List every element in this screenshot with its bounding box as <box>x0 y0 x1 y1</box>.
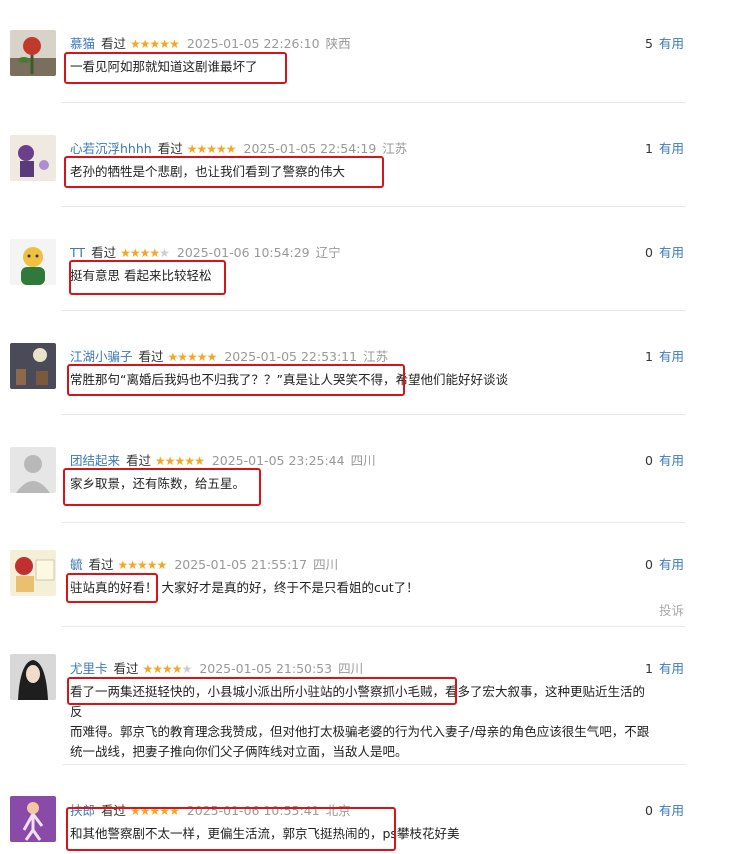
user-avatar[interactable] <box>10 239 56 285</box>
useful-button[interactable]: 5 有用 <box>645 33 684 52</box>
rating-stars: ★★★★★ <box>142 662 193 676</box>
highlight-box <box>63 468 261 506</box>
review-date: 2025-01-06 10:54:29 <box>176 245 310 260</box>
useful-button[interactable]: 0 有用 <box>645 242 684 261</box>
useful-button[interactable]: 1 有用 <box>645 346 684 365</box>
useful-label: 有用 <box>658 661 684 676</box>
watched-tag: 看过 <box>126 453 152 468</box>
useful-label: 有用 <box>658 141 684 156</box>
user-avatar[interactable] <box>10 447 56 493</box>
useful-label: 有用 <box>658 349 684 364</box>
useful-button[interactable]: 1 有用 <box>645 138 684 157</box>
useful-button[interactable]: 0 有用 <box>645 450 684 469</box>
username-link[interactable]: 毓 <box>70 557 83 572</box>
watched-tag: 看过 <box>138 349 164 364</box>
username-link[interactable]: 心若沉浮hhhh <box>70 141 152 156</box>
review-location: 四川 <box>338 661 364 676</box>
review-date: 2025-01-05 23:25:44 <box>211 453 345 468</box>
useful-count: 0 <box>645 245 653 260</box>
highlight-box <box>69 260 226 295</box>
highlight-box <box>66 807 396 851</box>
watched-tag: 看过 <box>113 661 139 676</box>
useful-label: 有用 <box>658 36 684 51</box>
username-link[interactable]: 尤里卡 <box>70 661 108 676</box>
divider <box>62 206 686 207</box>
review-meta: 团结起来 看过 ★★★★★ 2025-01-05 23:25:44 四川 <box>70 450 376 469</box>
review-line: 统一战线，把妻子推向你们父子俩阵线对立面，当敌人是吧。 <box>70 744 408 759</box>
highlight-box <box>64 52 287 84</box>
useful-count: 1 <box>645 661 653 676</box>
review-meta: 毓看过 ★★★★★ 2025-01-05 21:55:17 四川 <box>70 554 338 573</box>
review-date: 2025-01-05 22:54:19 <box>243 141 377 156</box>
review-meta: 江湖小骗子 看过 ★★★★★ 2025-01-05 22:53:11 江苏 <box>70 346 388 365</box>
user-avatar[interactable] <box>10 654 56 700</box>
divider <box>62 522 686 523</box>
highlight-box <box>67 677 457 705</box>
rating-stars: ★★★★★ <box>120 246 170 260</box>
useful-label: 有用 <box>658 803 684 818</box>
useful-count: 0 <box>645 803 653 818</box>
review-date: 2025-01-05 22:26:10 <box>186 36 320 51</box>
rating-stars: ★★★★★ <box>155 454 205 468</box>
highlight-box <box>66 573 158 603</box>
review-date: 2025-01-05 21:55:17 <box>174 557 308 572</box>
watched-tag: 看过 <box>101 36 127 51</box>
review-location: 陕西 <box>325 36 351 51</box>
rating-stars: ★★★★★ <box>117 558 168 572</box>
review-location: 江苏 <box>363 349 389 364</box>
divider <box>62 310 686 311</box>
divider <box>62 626 686 627</box>
useful-count: 1 <box>645 141 653 156</box>
divider <box>62 102 686 103</box>
review-location: 四川 <box>313 557 339 572</box>
divider <box>62 764 686 765</box>
review-meta: TT 看过 ★★★★★ 2025-01-06 10:54:29 辽宁 <box>70 242 341 261</box>
useful-button[interactable]: 0 有用 <box>645 554 684 573</box>
user-avatar[interactable] <box>10 30 56 76</box>
review-location: 四川 <box>350 453 376 468</box>
review-location: 江苏 <box>382 141 408 156</box>
divider <box>62 414 686 415</box>
watched-tag: 看过 <box>91 245 117 260</box>
useful-count: 5 <box>645 36 653 51</box>
review-location: 辽宁 <box>315 245 341 260</box>
user-avatar[interactable] <box>10 550 56 596</box>
username-link[interactable]: TT <box>70 245 85 260</box>
username-link[interactable]: 团结起来 <box>70 453 120 468</box>
review-date: 2025-01-05 21:50:53 <box>199 661 333 676</box>
useful-count: 0 <box>645 557 653 572</box>
username-link[interactable]: 慕猫 <box>70 36 95 51</box>
useful-count: 0 <box>645 453 653 468</box>
watched-tag: 看过 <box>88 557 114 572</box>
user-avatar[interactable] <box>10 135 56 181</box>
useful-label: 有用 <box>658 245 684 260</box>
useful-label: 有用 <box>658 453 684 468</box>
review-line: 而难得。郭京飞的教育理念我赞成，但对他打太极骗老婆的行为代入妻子/母亲的角色应该… <box>70 724 650 739</box>
user-avatar[interactable] <box>10 343 56 389</box>
useful-button[interactable]: 0 有用 <box>645 800 684 819</box>
highlight-box <box>64 156 384 188</box>
useful-count: 1 <box>645 349 653 364</box>
review-date: 2025-01-05 22:53:11 <box>224 349 358 364</box>
rating-stars: ★★★★★ <box>130 37 180 51</box>
review-meta: 尤里卡 看过 ★★★★★ 2025-01-05 21:50:53 四川 <box>70 658 363 677</box>
review-meta: 心若沉浮hhhh 看过 ★★★★★ 2025-01-05 22:54:19 江苏 <box>70 138 407 157</box>
watched-tag: 看过 <box>157 141 183 156</box>
rating-stars: ★★★★★ <box>167 350 218 364</box>
user-avatar[interactable] <box>10 796 56 842</box>
report-link[interactable]: 投诉 <box>659 600 684 619</box>
username-link[interactable]: 江湖小骗子 <box>70 349 133 364</box>
rating-stars: ★★★★★ <box>186 142 237 156</box>
useful-button[interactable]: 1 有用 <box>645 658 684 677</box>
highlight-box <box>67 364 405 396</box>
useful-label: 有用 <box>658 557 684 572</box>
review-meta: 慕猫 看过 ★★★★★ 2025-01-05 22:26:10 陕西 <box>70 33 351 52</box>
